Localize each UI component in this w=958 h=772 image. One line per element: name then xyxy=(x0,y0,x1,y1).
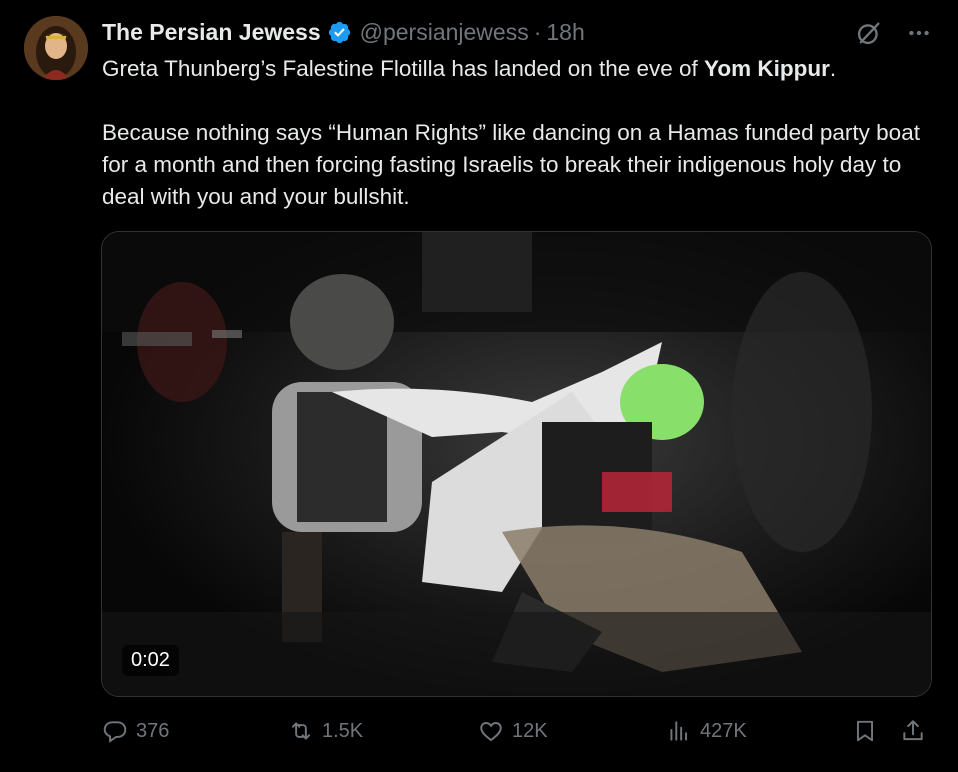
avatar-image xyxy=(24,16,88,80)
tweet: The Persian Jewess @persianjewess · 18h xyxy=(0,0,958,772)
heart-icon xyxy=(478,718,504,744)
bookmark-button[interactable] xyxy=(852,718,878,744)
tweet-text-paragraph2: Because nothing says “Human Rights” like… xyxy=(102,120,920,209)
tweet-text-line1: Greta Thunberg’s Falestine Flotilla has … xyxy=(102,53,922,85)
video-player[interactable]: 0:02 xyxy=(101,231,932,697)
action-bar: 376 1.5K 12K 427K xyxy=(100,712,932,752)
top-right-actions xyxy=(854,18,934,48)
tweet-text: Greta Thunberg’s Falestine Flotilla has … xyxy=(102,53,922,213)
video-frame xyxy=(102,232,931,696)
views-count: 427K xyxy=(700,719,747,742)
handle[interactable]: @persianjewess xyxy=(360,19,529,46)
video-duration: 0:02 xyxy=(122,645,179,676)
text-line1-start: Greta Thunberg’s Falestine Flotilla has … xyxy=(102,56,705,81)
reply-button[interactable]: 376 xyxy=(102,718,169,744)
text-line1-end: . xyxy=(829,56,837,81)
tweet-header: The Persian Jewess @persianjewess · 18h xyxy=(102,17,585,47)
share-icon xyxy=(900,718,926,744)
reply-count: 376 xyxy=(136,719,170,742)
like-button[interactable]: 12K xyxy=(478,718,548,744)
separator-dot: · xyxy=(533,18,542,45)
views-button[interactable]: 427K xyxy=(666,718,747,744)
repost-count: 1.5K xyxy=(322,719,364,742)
share-button[interactable] xyxy=(900,718,926,744)
verified-badge-icon xyxy=(327,20,352,45)
bookmark-icon xyxy=(852,718,878,744)
grok-icon[interactable] xyxy=(854,18,884,48)
views-chart-icon xyxy=(666,718,692,744)
like-count: 12K xyxy=(512,719,548,742)
more-dots-icon[interactable] xyxy=(904,18,934,48)
repost-icon xyxy=(288,718,314,744)
display-name[interactable]: The Persian Jewess xyxy=(102,19,321,46)
avatar[interactable] xyxy=(24,16,88,80)
repost-button[interactable]: 1.5K xyxy=(288,718,363,744)
timestamp[interactable]: 18h xyxy=(546,19,584,46)
reply-icon xyxy=(102,718,128,744)
text-line1-bold: Yom Kippur xyxy=(704,56,830,81)
